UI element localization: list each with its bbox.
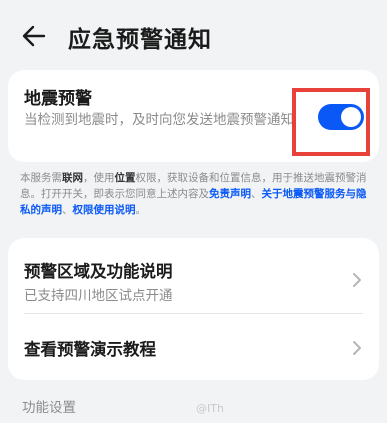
earthquake-warning-toggle[interactable]	[318, 104, 364, 130]
tutorial-title: 查看预警演示教程	[24, 340, 156, 359]
disclaimer-link[interactable]: 免责声明	[209, 188, 251, 200]
watermark: @ITh	[196, 402, 224, 415]
page-title: 应急预警通知	[68, 27, 212, 53]
warning-region-row[interactable]: 预警区域及功能说明 已支持四川地区试点开通	[8, 238, 379, 314]
earthquake-warning-card: 地震预警 当检测到地震时，及时向您发送地震预警通知	[8, 70, 379, 162]
chevron-right-icon	[353, 341, 361, 355]
back-arrow-icon[interactable]	[20, 22, 48, 50]
warning-region-title: 预警区域及功能说明	[24, 262, 173, 281]
notice-text-4: 、	[251, 188, 262, 200]
function-settings-label: 功能设置	[22, 400, 76, 416]
tutorial-row[interactable]: 查看预警演示教程	[8, 314, 379, 380]
notice-location: 位置	[114, 172, 136, 184]
chevron-right-icon	[353, 273, 361, 287]
notice-text-1: 本服务需	[20, 172, 62, 184]
notice-text-2: ，使用	[83, 172, 115, 184]
notice-text-6: 。	[135, 204, 147, 216]
permission-usage-link[interactable]: 权限使用说明	[73, 204, 136, 216]
header-bar: 应急预警通知	[0, 0, 387, 70]
warning-region-subtitle: 已支持四川地区试点开通	[24, 288, 173, 304]
earthquake-warning-title: 地震预警	[24, 89, 92, 109]
toggle-knob	[341, 107, 361, 127]
notice-text-5: 、	[62, 204, 73, 216]
menu-card: 预警区域及功能说明 已支持四川地区试点开通 查看预警演示教程	[8, 238, 379, 380]
earthquake-warning-description: 当检测到地震时，及时向您发送地震预警通知	[24, 112, 294, 128]
service-notice: 本服务需联网，使用位置权限，获取设备和位置信息，用于推送地震预警消息。打开开关，…	[20, 170, 370, 218]
notice-network: 联网	[62, 172, 83, 184]
